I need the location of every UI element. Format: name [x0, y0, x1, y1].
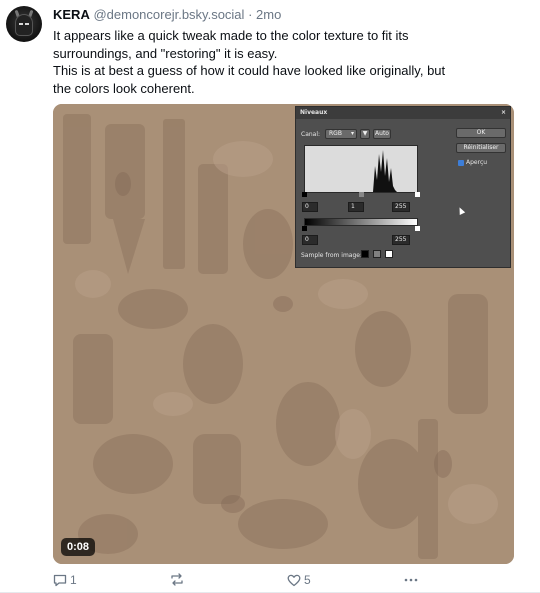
video-player[interactable]: Niveaux × Canal: RGB ▾ ▼ Auto OK Réiniti… [53, 104, 514, 564]
more-icon [403, 573, 419, 586]
video-duration: 0:08 [61, 538, 96, 556]
reset-button[interactable]: Réinitialiser [456, 143, 506, 153]
output-gradient [304, 218, 418, 226]
input-gamma-field[interactable]: 1 [348, 202, 364, 212]
canal-label: Canal: [301, 131, 321, 138]
post-text-line: It appears like a quick tweak made to th… [53, 28, 409, 43]
input-black-slider[interactable] [302, 192, 307, 197]
canal-select-value: RGB [329, 130, 342, 137]
ok-button[interactable]: OK [456, 128, 506, 138]
histogram [304, 145, 418, 193]
post-text-line: surroundings, and "restoring" it is easy… [53, 45, 278, 61]
output-white-slider[interactable] [415, 226, 420, 231]
post: KERA @demoncorejr.bsky.social · 2mo It a… [0, 0, 540, 593]
repost-icon [170, 573, 184, 586]
author-name[interactable]: KERA [53, 7, 90, 22]
sample-label: Sample from image: [301, 252, 362, 259]
canal-select[interactable]: RGB ▾ [325, 129, 357, 139]
checkbox-checked-icon [458, 159, 464, 166]
histogram-graph [373, 150, 397, 192]
reply-button[interactable]: 1 [53, 573, 77, 587]
post-header: KERA @demoncorejr.bsky.social · 2mo [53, 7, 281, 23]
post-text-line: This is at best a guess of how it could … [53, 63, 446, 78]
preview-label: Aperçu [466, 159, 488, 166]
avatar-eye-left [19, 23, 23, 25]
input-black-field[interactable]: 0 [302, 202, 318, 212]
repost-button[interactable] [170, 573, 184, 586]
output-black-field[interactable]: 0 [302, 235, 318, 245]
close-icon[interactable]: × [501, 109, 506, 116]
avatar-eye-right [25, 23, 29, 25]
sample-white-swatch[interactable] [385, 250, 393, 258]
reply-count: 1 [70, 573, 77, 587]
more-options-button[interactable] [403, 573, 419, 586]
avatar[interactable] [6, 6, 42, 42]
like-count: 5 [304, 573, 311, 587]
avatar-face [15, 14, 33, 36]
output-white-field[interactable]: 255 [392, 235, 410, 245]
author-handle[interactable]: @demoncorejr.bsky.social [93, 7, 244, 22]
sample-gray-swatch[interactable] [373, 250, 381, 258]
heart-icon [287, 574, 301, 587]
post-actions: 1 5 [53, 573, 523, 591]
post-text-line: the colors look coherent. [53, 80, 195, 96]
eyedropper-icon[interactable]: ▼ [360, 129, 370, 139]
levels-title: Niveaux [300, 109, 328, 116]
levels-dialog[interactable]: Niveaux × Canal: RGB ▾ ▼ Auto OK Réiniti… [295, 106, 511, 268]
reply-icon [53, 574, 67, 587]
sample-black-swatch[interactable] [361, 250, 369, 258]
post-time[interactable]: 2mo [256, 7, 281, 22]
input-gamma-slider[interactable] [359, 192, 364, 197]
chevron-down-icon: ▾ [350, 130, 354, 137]
input-white-field[interactable]: 255 [392, 202, 410, 212]
post-text: It appears like a quick tweak made to th… [53, 27, 513, 97]
preview-checkbox[interactable]: Aperçu [458, 159, 487, 166]
input-white-slider[interactable] [415, 192, 420, 197]
like-button[interactable]: 5 [287, 573, 311, 587]
output-black-slider[interactable] [302, 226, 307, 231]
header-separator: · [248, 7, 253, 22]
levels-titlebar[interactable]: Niveaux × [296, 107, 510, 119]
auto-button[interactable]: Auto [373, 129, 391, 139]
